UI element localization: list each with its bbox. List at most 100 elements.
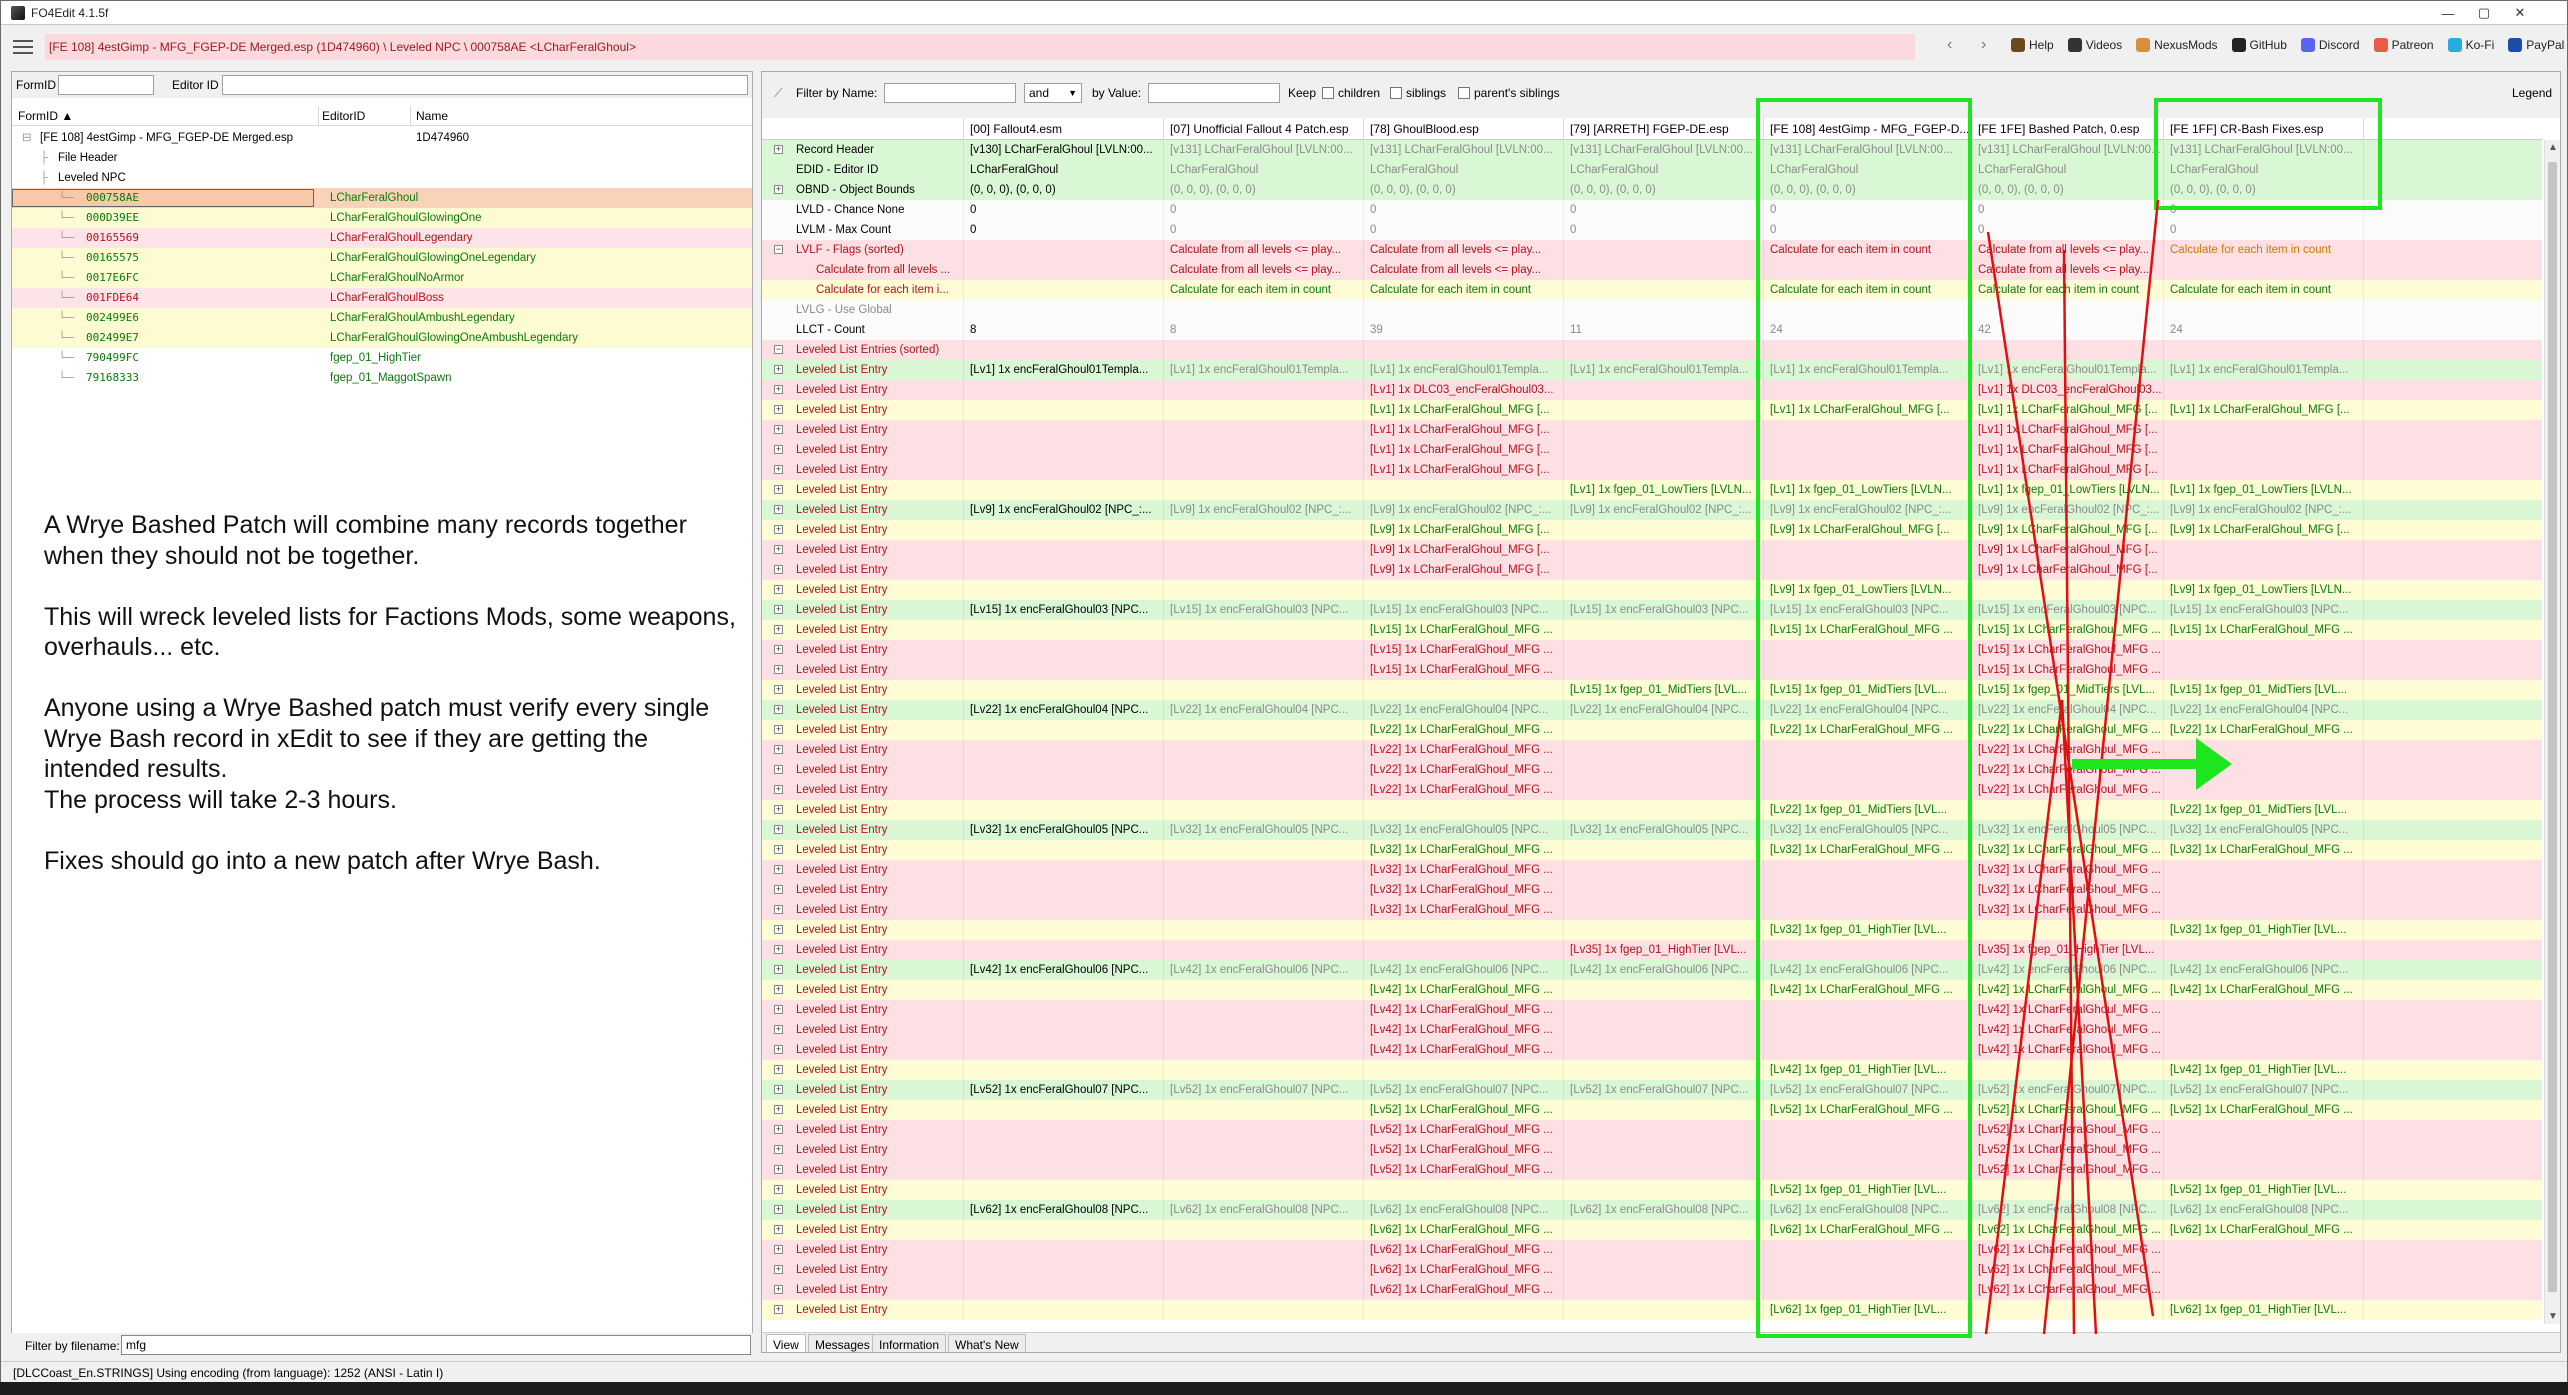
field-value[interactable] <box>964 1040 1164 1060</box>
field-value[interactable] <box>964 440 1164 460</box>
field-value[interactable] <box>1564 780 1764 800</box>
field-value[interactable] <box>964 340 1164 360</box>
field-value[interactable] <box>1564 1220 1764 1240</box>
field-value[interactable]: [Lv22] 1x LCharFeralGhoul_MFG ... <box>1364 740 1564 760</box>
field-value[interactable]: 0 <box>964 220 1164 240</box>
field-value[interactable] <box>964 740 1164 760</box>
field-value[interactable] <box>1164 940 1364 960</box>
field-value[interactable]: [Lv9] 1x LCharFeralGhoul_MFG [... <box>1364 560 1564 580</box>
field-value[interactable]: [Lv22] 1x LCharFeralGhoul_MFG ... <box>1972 760 2164 780</box>
field-value[interactable]: [Lv15] 1x encFeralGhoul03 [NPC... <box>1972 600 2164 620</box>
field-value[interactable] <box>1164 560 1364 580</box>
field-value[interactable] <box>1364 680 1564 700</box>
field-value[interactable]: [Lv52] 1x fgep_01_HighTier [LVL... <box>1764 1180 1972 1200</box>
grid-row[interactable]: + OBND - Object Bounds (0, 0, 0), (0, 0, 0… <box>762 180 2542 200</box>
field-value[interactable] <box>2164 780 2364 800</box>
field-value[interactable]: [Lv32] 1x LCharFeralGhoul_MFG ... <box>1972 840 2164 860</box>
field-value[interactable] <box>1164 860 1364 880</box>
field-value[interactable]: [Lv42] 1x LCharFeralGhoul_MFG ... <box>1364 980 1564 1000</box>
field-value[interactable]: Calculate for each item in count <box>2164 240 2364 260</box>
field-value[interactable]: 0 <box>2164 220 2364 240</box>
field-value[interactable]: [Lv9] 1x LCharFeralGhoul_MFG [... <box>1972 560 2164 580</box>
field-value[interactable] <box>964 240 1164 260</box>
field-value[interactable]: [Lv15] 1x LCharFeralGhoul_MFG ... <box>1972 620 2164 640</box>
field-value[interactable]: [Lv1] 1x LCharFeralGhoul_MFG [... <box>1972 400 2164 420</box>
field-value[interactable] <box>2164 1280 2364 1300</box>
field-value[interactable] <box>1164 660 1364 680</box>
field-value[interactable] <box>1764 460 1972 480</box>
field-value[interactable]: [Lv42] 1x encFeralGhoul06 [NPC... <box>1764 960 1972 980</box>
field-value[interactable]: [Lv32] 1x encFeralGhoul05 [NPC... <box>1972 820 2164 840</box>
field-value[interactable]: [Lv9] 1x encFeralGhoul02 [NPC_:... <box>1564 500 1764 520</box>
field-value[interactable] <box>1564 440 1764 460</box>
field-value[interactable]: [Lv42] 1x LCharFeralGhoul_MFG ... <box>1364 1020 1564 1040</box>
field-value[interactable]: [Lv1] 1x fgep_01_LowTiers [LVLN... <box>2164 480 2364 500</box>
field-value[interactable]: [Lv22] 1x encFeralGhoul04 [NPC... <box>1364 700 1564 720</box>
field-value[interactable]: [v131] LCharFeralGhoul [LVLN:00... <box>1364 140 1564 160</box>
field-value[interactable]: [Lv1] 1x DLC03_encFeralGhoul03... <box>1364 380 1564 400</box>
tree-record-row[interactable]: └─ 0017E6FC LCharFeralGhoulNoArmor <box>12 268 752 288</box>
field-value[interactable] <box>1164 1060 1364 1080</box>
field-value[interactable] <box>1164 880 1364 900</box>
field-value[interactable] <box>2164 300 2364 320</box>
field-value[interactable] <box>1564 260 1764 280</box>
field-value[interactable] <box>1164 800 1364 820</box>
field-value[interactable]: [Lv9] 1x encFeralGhoul02 [NPC_:... <box>2164 500 2364 520</box>
vertical-scrollbar[interactable]: ▲ ▼ <box>2544 140 2560 1324</box>
grid-row[interactable]: + Leveled List Entry [Lv32] 1x LCharFeralG… <box>762 860 2542 880</box>
formid-input[interactable] <box>58 75 154 95</box>
field-value[interactable] <box>964 560 1164 580</box>
field-value[interactable] <box>964 900 1164 920</box>
grid-column-header[interactable]: [79] [ARRETH] FGEP-DE.esp <box>1564 118 1764 140</box>
field-value[interactable] <box>1364 920 1564 940</box>
field-value[interactable]: [Lv52] 1x fgep_01_HighTier [LVL... <box>2164 1180 2364 1200</box>
field-value[interactable]: [Lv22] 1x LCharFeralGhoul_MFG ... <box>1364 720 1564 740</box>
field-value[interactable] <box>1764 300 1972 320</box>
field-value[interactable] <box>1764 1140 1972 1160</box>
grid-row[interactable]: Calculate for each item i... Calculate fo… <box>762 280 2542 300</box>
field-value[interactable]: Calculate from all levels <= play... <box>1364 240 1564 260</box>
field-value[interactable]: LCharFeralGhoul <box>1972 160 2164 180</box>
field-value[interactable] <box>964 980 1164 1000</box>
field-value[interactable]: [Lv62] 1x LCharFeralGhoul_MFG ... <box>1364 1260 1564 1280</box>
field-value[interactable]: [Lv52] 1x LCharFeralGhoul_MFG ... <box>1364 1140 1564 1160</box>
field-value[interactable] <box>1764 860 1972 880</box>
field-value[interactable] <box>1564 540 1764 560</box>
tree-record-row[interactable]: └─ 00165575 LCharFeralGhoulGlowingOneLegen… <box>12 248 752 268</box>
field-value[interactable]: [Lv9] 1x LCharFeralGhoul_MFG [... <box>2164 520 2364 540</box>
grid-row[interactable]: LVLD - Chance None 0 0 0 0 0 0 0 <box>762 200 2542 220</box>
toolbar-link-patreon[interactable]: Patreon <box>2373 38 2434 52</box>
field-value[interactable] <box>1764 760 1972 780</box>
grid-column-header[interactable]: [78] GhoulBlood.esp <box>1364 118 1564 140</box>
field-value[interactable] <box>1564 720 1764 740</box>
field-value[interactable] <box>1164 300 1364 320</box>
toolbar-link-github[interactable]: GitHub <box>2231 38 2287 52</box>
field-value[interactable] <box>2164 860 2364 880</box>
field-value[interactable] <box>1164 1220 1364 1240</box>
field-value[interactable] <box>2164 1160 2364 1180</box>
field-value[interactable] <box>964 1120 1164 1140</box>
field-value[interactable] <box>1164 480 1364 500</box>
grid-row[interactable]: + Leveled List Entry [Lv52] 1x LCharFeralG… <box>762 1120 2542 1140</box>
field-value[interactable]: 8 <box>964 320 1164 340</box>
tab-view[interactable]: View <box>766 1334 806 1352</box>
field-value[interactable] <box>2164 340 2364 360</box>
filter-name-input[interactable] <box>884 83 1016 103</box>
field-value[interactable] <box>1764 340 1972 360</box>
field-value[interactable]: [Lv35] 1x fgep_01_HighTier [LVL... <box>1564 940 1764 960</box>
field-value[interactable] <box>1764 1280 1972 1300</box>
grid-row[interactable]: + Leveled List Entry [Lv15] 1x LCharFeralG… <box>762 660 2542 680</box>
back-arrow-icon[interactable]: ‹ <box>1947 36 1952 54</box>
field-value[interactable]: (0, 0, 0), (0, 0, 0) <box>1164 180 1364 200</box>
field-value[interactable]: [Lv15] 1x fgep_01_MidTiers [LVL... <box>1972 680 2164 700</box>
field-value[interactable] <box>2164 1140 2364 1160</box>
grid-row[interactable]: + Leveled List Entry [Lv62] 1x LCharFeralG… <box>762 1220 2542 1240</box>
grid-row[interactable]: + Leveled List Entry [Lv1] 1x LCharFeralGh… <box>762 400 2542 420</box>
field-value[interactable]: 0 <box>1364 220 1564 240</box>
field-value[interactable] <box>964 1300 1164 1320</box>
field-value[interactable] <box>1564 1120 1764 1140</box>
field-value[interactable] <box>964 840 1164 860</box>
field-value[interactable]: [Lv62] 1x encFeralGhoul08 [NPC... <box>1972 1200 2164 1220</box>
field-value[interactable] <box>1164 1040 1364 1060</box>
field-value[interactable] <box>2164 760 2364 780</box>
